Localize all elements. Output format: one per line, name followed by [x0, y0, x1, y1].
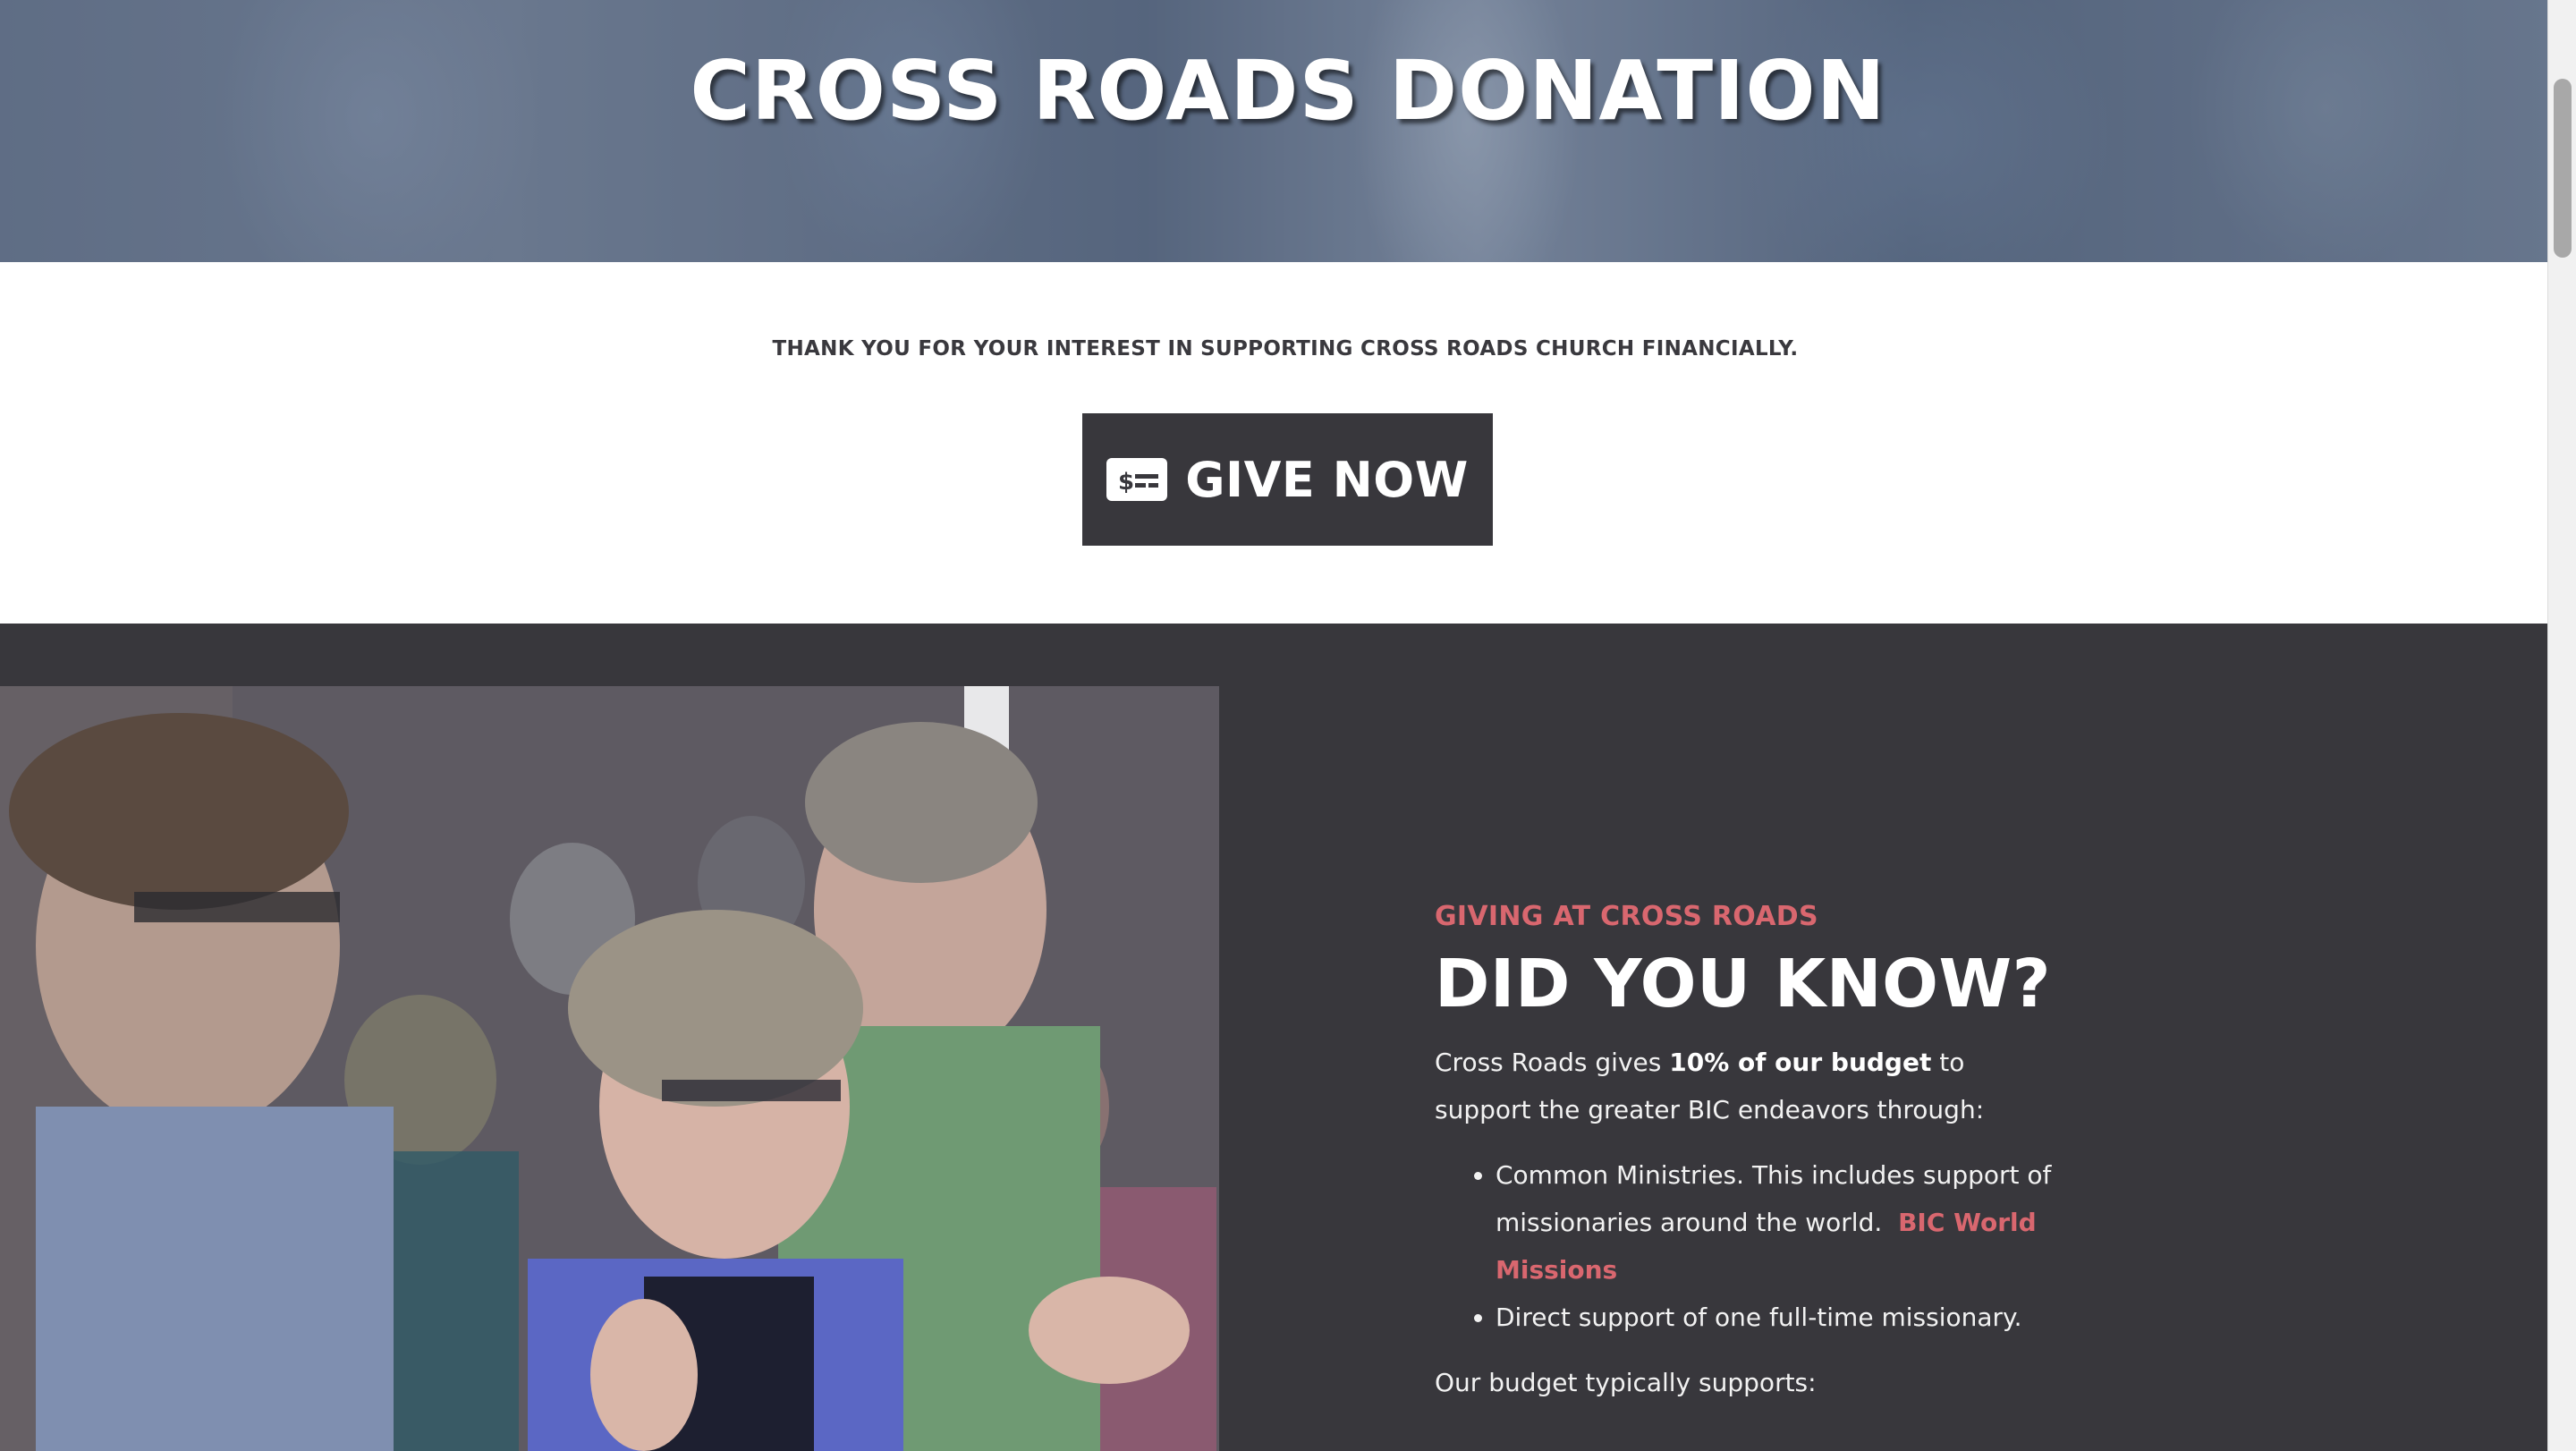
- give-now-button[interactable]: $ GIVE NOW: [1082, 413, 1493, 546]
- para-text-start: Cross Roads gives: [1435, 1048, 1670, 1078]
- budget-supports-text: Our budget typically supports:: [1435, 1368, 1817, 1398]
- intro-section: THANK YOU FOR YOUR INTEREST IN SUPPORTIN…: [0, 262, 2547, 624]
- page-scrollbar[interactable]: [2547, 0, 2576, 1451]
- list-item: Direct support of one full-time missiona…: [1496, 1294, 2061, 1341]
- budget-paragraph: Cross Roads gives 10% of our budget to s…: [1435, 1039, 2061, 1133]
- svg-text:$: $: [1118, 469, 1134, 496]
- giving-info-section: GIVING AT CROSS ROADS DID YOU KNOW? Cros…: [0, 624, 2547, 1451]
- page-title: CROSS ROADS DONATION: [690, 43, 1886, 139]
- intro-text: THANK YOU FOR YOUR INTEREST IN SUPPORTIN…: [772, 337, 1799, 361]
- para-bold-text: 10% of our budget: [1669, 1048, 1932, 1078]
- worship-photo: [0, 686, 1219, 1451]
- scrollbar-thumb[interactable]: [2554, 79, 2572, 258]
- section-heading: DID YOU KNOW?: [1435, 946, 2052, 1022]
- page: CROSS ROADS DONATION THANK YOU FOR YOUR …: [0, 0, 2576, 1451]
- money-check-icon: $: [1106, 458, 1168, 501]
- give-now-label: GIVE NOW: [1185, 451, 1469, 508]
- list-item: Common Ministries. This includes support…: [1496, 1151, 2061, 1294]
- list-item-text: Direct support of one full-time missiona…: [1496, 1303, 2022, 1333]
- section-eyebrow: GIVING AT CROSS ROADS: [1435, 901, 1818, 932]
- endeavors-list: Common Ministries. This includes support…: [1435, 1151, 2061, 1341]
- giving-info-text: GIVING AT CROSS ROADS DID YOU KNOW? Cros…: [1435, 901, 2061, 1406]
